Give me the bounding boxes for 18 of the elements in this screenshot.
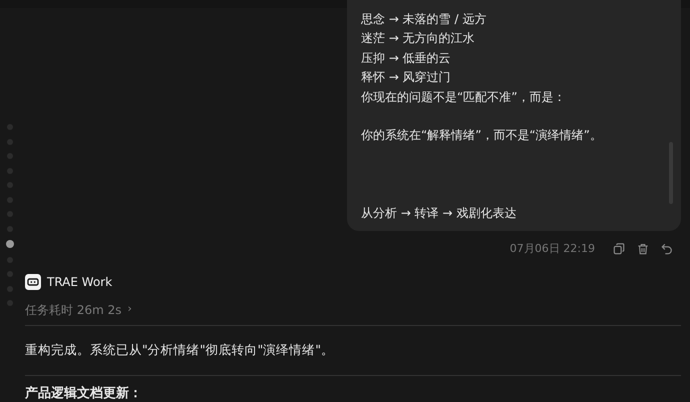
task-duration: 任务耗时 26m 2s [25, 302, 122, 320]
delete-icon[interactable] [637, 242, 649, 255]
message-line: 思念 → 未落的雪 / 远方 [361, 11, 488, 28]
message-line: 释怀 → 风穿过门 [361, 69, 452, 86]
message-line: 迷茫 → 无方向的江水 [361, 30, 476, 48]
agent-name: TRAE Work [47, 275, 112, 290]
message-line: 从分析 → 转译 → 戏剧化表达 [361, 204, 518, 222]
message-line: 你现在的问题不是“匹配不准”，而是： [361, 88, 566, 106]
undo-icon[interactable] [661, 242, 673, 255]
timeline-dot[interactable] [6, 240, 14, 248]
message-line: 你的系统在“解释情绪”，而不是“演绎情绪”。 [361, 127, 603, 144]
expand-chevron[interactable]: › [127, 302, 132, 320]
robot-icon [25, 274, 41, 290]
summary-text: 重构完成。系统已从"分析情绪"彻底转向"演绎情绪"。 [25, 342, 335, 360]
copy-icon[interactable] [613, 242, 625, 255]
message-line: 压抑 → 低垂的云 [361, 50, 452, 67]
timestamp: 07月06日 22:19 [510, 241, 595, 256]
section-heading: 产品逻辑文档更新： [25, 384, 143, 402]
